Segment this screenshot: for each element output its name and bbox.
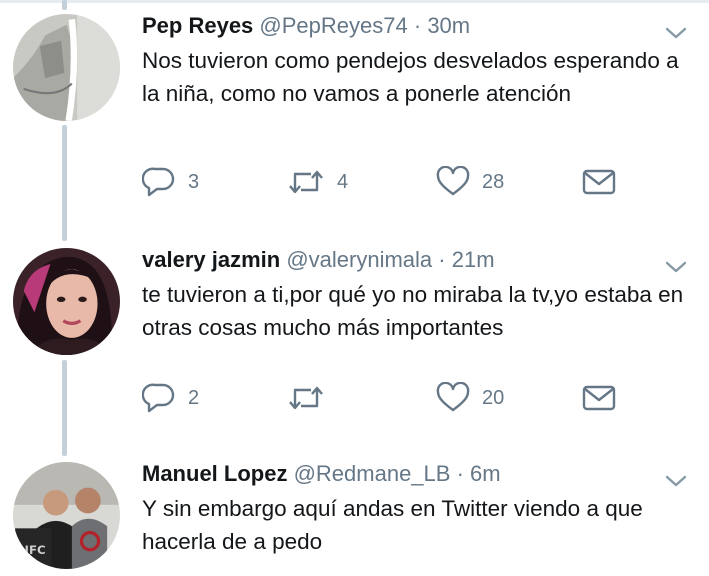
user-handle[interactable]: @PepReyes74 bbox=[259, 13, 407, 38]
tweet-text: te tuvieron a ti,por qué yo no miraba la… bbox=[142, 282, 684, 340]
heart-icon bbox=[436, 382, 470, 412]
tweet-header: valery jazmin @valerynimala · 21m bbox=[142, 246, 495, 274]
avatar-image bbox=[13, 14, 120, 121]
timestamp[interactable]: 30m bbox=[427, 13, 470, 38]
tweet[interactable]: UFC Manuel Lopez @Redmane_LB · 6m Y sin … bbox=[0, 456, 709, 576]
user-name[interactable]: Pep Reyes bbox=[142, 13, 253, 38]
tweet-menu-button[interactable] bbox=[665, 260, 687, 274]
tweet-menu-button[interactable] bbox=[665, 26, 687, 40]
separator: · bbox=[413, 13, 422, 38]
separator: · bbox=[438, 247, 446, 272]
tweet-text: Y sin embargo aquí andas en Twitter vien… bbox=[142, 496, 643, 554]
tweet-menu-button[interactable] bbox=[665, 474, 687, 488]
envelope-icon bbox=[582, 169, 616, 195]
tweet-header: Manuel Lopez @Redmane_LB · 6m bbox=[142, 460, 501, 488]
direct-message-button[interactable] bbox=[582, 165, 616, 199]
user-name[interactable]: valery jazmin bbox=[142, 247, 280, 272]
timestamp[interactable]: 6m bbox=[470, 461, 501, 486]
tweet-actions: 3 4 28 bbox=[142, 165, 622, 199]
chevron-down-icon bbox=[665, 27, 687, 39]
reply-count: 2 bbox=[188, 386, 200, 409]
tweet[interactable]: valery jazmin @valerynimala · 21m te tuv… bbox=[0, 236, 709, 456]
like-count: 20 bbox=[482, 386, 505, 409]
avatar[interactable]: UFC bbox=[13, 462, 120, 569]
reply-icon bbox=[142, 167, 175, 197]
chevron-down-icon bbox=[665, 475, 687, 487]
avatar-image bbox=[13, 248, 120, 355]
tweet[interactable]: Pep Reyes @PepReyes74 · 30m Nos tuvieron… bbox=[0, 0, 709, 236]
avatar[interactable] bbox=[13, 14, 120, 121]
tweet-actions: 2 20 bbox=[142, 381, 622, 415]
retweet-icon bbox=[289, 170, 323, 194]
retweet-button[interactable]: 4 bbox=[287, 165, 348, 199]
reply-button[interactable]: 2 bbox=[142, 381, 199, 415]
user-name[interactable]: Manuel Lopez bbox=[142, 461, 287, 486]
user-handle[interactable]: @Redmane_LB bbox=[294, 461, 451, 486]
tweet-header: Pep Reyes @PepReyes74 · 30m bbox=[142, 12, 470, 40]
like-button[interactable]: 28 bbox=[436, 165, 504, 199]
tweet-text: Nos tuvieron como pendejos desvelados es… bbox=[142, 48, 679, 106]
svg-text:UFC: UFC bbox=[19, 543, 45, 557]
retweet-button[interactable] bbox=[287, 381, 337, 415]
retweet-icon bbox=[289, 386, 323, 410]
like-count: 28 bbox=[482, 170, 505, 193]
retweet-count: 4 bbox=[337, 170, 349, 193]
heart-icon bbox=[436, 166, 470, 196]
separator: · bbox=[456, 461, 464, 486]
avatar-image: UFC bbox=[13, 462, 120, 569]
direct-message-button[interactable] bbox=[582, 381, 616, 415]
avatar[interactable] bbox=[13, 248, 120, 355]
chevron-down-icon bbox=[665, 261, 687, 273]
like-button[interactable]: 20 bbox=[436, 381, 504, 415]
reply-icon bbox=[142, 383, 175, 413]
user-handle[interactable]: @valerynimala bbox=[286, 247, 432, 272]
reply-count: 3 bbox=[188, 170, 200, 193]
envelope-icon bbox=[582, 385, 616, 411]
timestamp[interactable]: 21m bbox=[452, 247, 495, 272]
reply-button[interactable]: 3 bbox=[142, 165, 199, 199]
